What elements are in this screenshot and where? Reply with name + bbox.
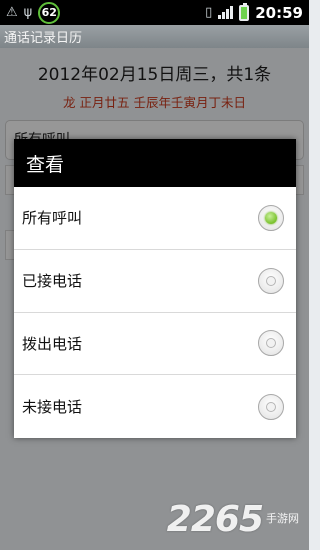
option-label: 拨出电话: [22, 334, 83, 353]
option-all-calls[interactable]: 所有呼叫: [14, 187, 296, 250]
watermark-logo: 2265 手游网: [167, 502, 299, 538]
option-missed-calls[interactable]: 未接电话: [14, 375, 296, 438]
status-bar: ⚠ ψ 62 ▯ 20:59: [0, 0, 309, 25]
option-label: 未接电话: [22, 398, 83, 417]
signal-icon: [218, 6, 234, 19]
watermark-text: 手游网: [266, 512, 299, 525]
status-bar-right: ▯ 20:59: [205, 2, 303, 22]
option-received-calls[interactable]: 已接电话: [14, 250, 296, 313]
radio-checked-icon[interactable]: [258, 204, 284, 231]
radio-unchecked-icon[interactable]: [258, 267, 284, 294]
warning-icon: ⚠: [6, 5, 18, 20]
battery-level-badge: 62: [38, 1, 61, 24]
option-outgoing-calls[interactable]: 拨出电话: [14, 313, 296, 376]
usb-icon: ψ: [23, 5, 33, 20]
vibrate-icon: ▯: [205, 5, 213, 20]
watermark-number: 2265: [166, 499, 264, 540]
clock: 20:59: [255, 3, 303, 22]
dialog-title: 查看: [14, 139, 296, 187]
view-filter-dialog: 查看 所有呼叫 已接电话 拨出电话 未接电话: [14, 139, 296, 438]
app-title: 通话记录日历: [4, 31, 83, 46]
option-label: 所有呼叫: [22, 209, 83, 228]
app-title-bar: 通话记录日历: [0, 25, 309, 48]
radio-unchecked-icon[interactable]: [258, 393, 284, 420]
radio-unchecked-icon[interactable]: [258, 330, 284, 357]
battery-charging-icon: [239, 2, 250, 21]
option-label: 已接电话: [22, 272, 83, 291]
status-bar-left: ⚠ ψ 62: [6, 1, 61, 24]
